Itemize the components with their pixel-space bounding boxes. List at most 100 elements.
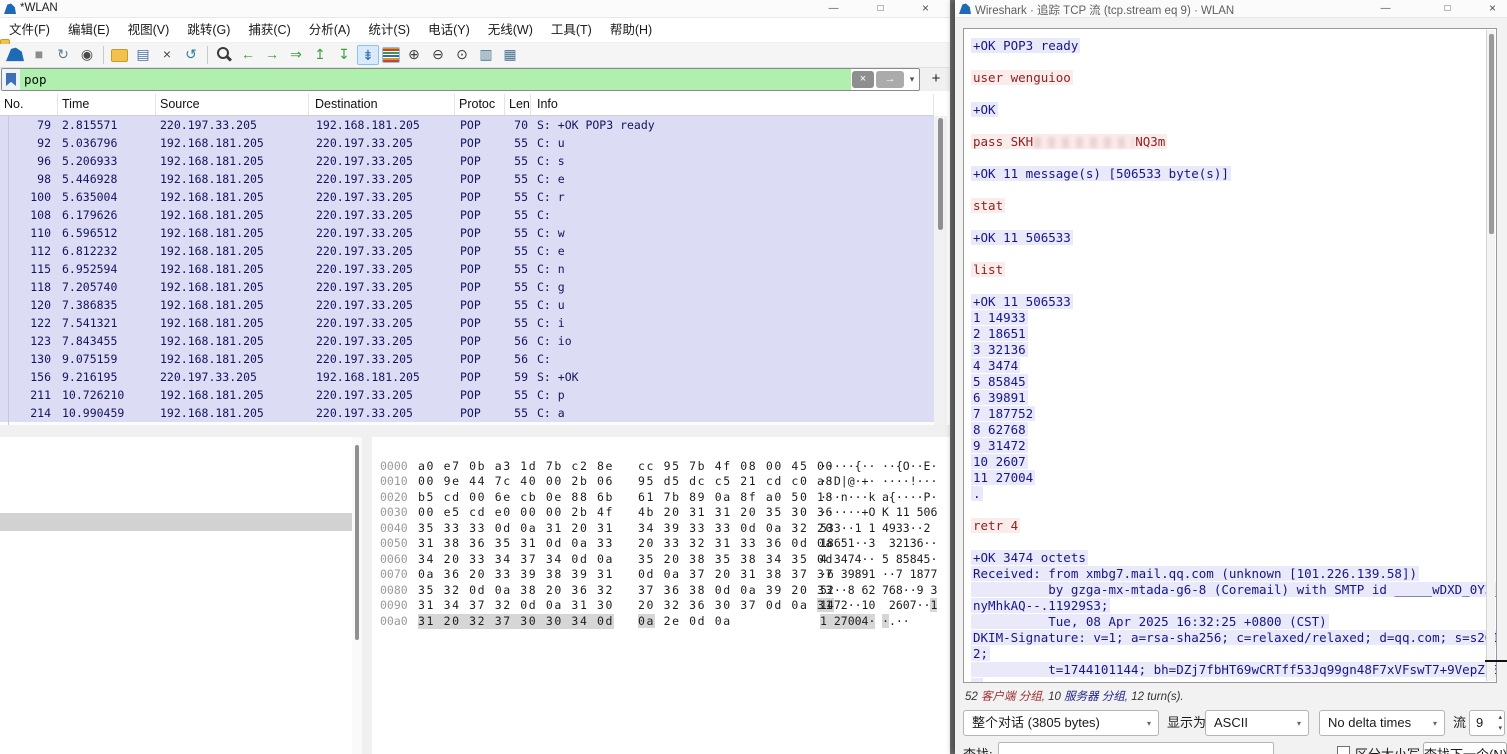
menu-statistics[interactable]: 统计(S) bbox=[359, 18, 419, 43]
detail-row[interactable]: >Ethernet II, Src: c2:8e:cc:95:7b:4f (c2… bbox=[0, 459, 352, 477]
menu-wireless[interactable]: 无线(W) bbox=[479, 18, 542, 43]
packet-row[interactable]: 985.446928192.168.181.205220.197.33.205P… bbox=[0, 170, 934, 188]
menu-analyze[interactable]: 分析(A) bbox=[300, 18, 360, 43]
packet-row[interactable]: 1309.075159192.168.181.205220.197.33.205… bbox=[0, 350, 934, 368]
menu-help[interactable]: 帮助(H) bbox=[601, 18, 661, 43]
packet-row[interactable]: 1156.952594192.168.181.205220.197.33.205… bbox=[0, 260, 934, 278]
go-first-packet-icon[interactable]: ↥ bbox=[309, 45, 331, 65]
packet-row[interactable]: 21410.990459192.168.181.205220.197.33.20… bbox=[0, 404, 934, 422]
horizontal-splitter[interactable] bbox=[0, 425, 950, 437]
title-bar[interactable]: Wireshark · 追踪 TCP 流 (tcp.stream eq 9) ·… bbox=[955, 0, 1507, 18]
stop-capture-icon[interactable]: ■ bbox=[28, 45, 50, 65]
packet-row[interactable]: 1569.216195220.197.33.205192.168.181.205… bbox=[0, 368, 934, 386]
start-capture-icon[interactable] bbox=[6, 47, 24, 63]
hex-row[interactable]: 004035 33 33 0d 0a 31 20 3134 39 33 33 0… bbox=[372, 505, 948, 521]
detail-row[interactable]: >Frame 1349: 172 bytes on wire (1376 bit… bbox=[0, 441, 352, 459]
packet-row[interactable]: 1187.205740192.168.181.205220.197.33.205… bbox=[0, 278, 934, 296]
hex-row[interactable]: 0020b5 cd 00 6e cb 0e 88 6b61 7b 89 0a 8… bbox=[372, 474, 948, 490]
delta-times-select[interactable]: No delta times ▾ bbox=[1319, 710, 1445, 736]
packet-row[interactable]: 1237.843455192.168.181.205220.197.33.205… bbox=[0, 332, 934, 350]
hex-row[interactable]: 008035 32 0d 0a 38 20 36 3237 36 38 0d 0… bbox=[372, 567, 948, 583]
restart-capture-icon[interactable]: ↻ bbox=[52, 45, 74, 65]
packet-row[interactable]: 1227.541321192.168.181.205220.197.33.205… bbox=[0, 314, 934, 332]
scrollbar-thumb[interactable] bbox=[938, 118, 943, 230]
detail-row[interactable]: >Internet Protocol Version 4, Src: 220.1… bbox=[0, 477, 352, 495]
find-next-button[interactable]: 查找下一个(N) bbox=[1423, 742, 1507, 754]
detail-row[interactable]: 11 27004\r\n bbox=[0, 729, 352, 747]
packet-row[interactable]: 1106.596512192.168.181.205220.197.33.205… bbox=[0, 224, 934, 242]
packet-row[interactable]: 1086.179626192.168.181.205220.197.33.205… bbox=[0, 206, 934, 224]
menu-telephony[interactable]: 电话(Y) bbox=[419, 18, 479, 43]
detail-row[interactable]: 3 32136\r\n bbox=[0, 585, 352, 603]
menu-edit[interactable]: 编辑(E) bbox=[59, 18, 119, 43]
zoom-original-icon[interactable]: ⊙ bbox=[451, 45, 473, 65]
detail-row[interactable]: 7 187752\r\n bbox=[0, 657, 352, 675]
maximize-icon[interactable]: □ bbox=[1425, 0, 1470, 18]
packet-row[interactable]: 1005.635004192.168.181.205220.197.33.205… bbox=[0, 188, 934, 206]
go-back-icon[interactable]: ← bbox=[237, 45, 259, 65]
conversation-select[interactable]: 整个对话 (3805 bytes) ▾ bbox=[963, 710, 1159, 736]
detail-row[interactable]: 9 31472\r\n bbox=[0, 693, 352, 711]
close-icon[interactable]: × bbox=[1470, 0, 1507, 18]
find-packet-icon[interactable] bbox=[213, 45, 235, 65]
filter-apply-icon[interactable]: → bbox=[876, 71, 904, 88]
hex-row[interactable]: 006034 20 33 34 37 34 0d 0a35 20 38 35 3… bbox=[372, 536, 948, 552]
detail-row[interactable]: >+OK 11 506533\r\n bbox=[0, 531, 352, 549]
detail-row[interactable]: 4 3474\r\n bbox=[0, 603, 352, 621]
hex-row[interactable]: 003000 e5 cd e0 00 00 2b 4f4b 20 31 31 2… bbox=[372, 490, 948, 506]
find-input[interactable] bbox=[998, 742, 1274, 754]
title-bar[interactable]: *WLAN — □ × bbox=[0, 0, 950, 18]
display-filter-input[interactable] bbox=[20, 69, 851, 90]
packet-list-scrollbar[interactable] bbox=[934, 116, 947, 425]
details-scrollbar[interactable] bbox=[352, 437, 362, 754]
detail-row[interactable]: 2 18651\r\n bbox=[0, 567, 352, 585]
detail-row[interactable]: >Transmission Control Protocol, Src Port… bbox=[0, 495, 352, 513]
column-protocol[interactable]: Protoc bbox=[455, 94, 505, 115]
minimize-icon[interactable]: — bbox=[811, 0, 856, 18]
detail-row[interactable]: 10 2607\r\n bbox=[0, 711, 352, 729]
detail-row[interactable]: 8 62768\r\n bbox=[0, 675, 352, 693]
close-file-icon[interactable]: × bbox=[156, 45, 178, 65]
open-file-icon[interactable] bbox=[111, 49, 128, 62]
column-no[interactable]: No. bbox=[0, 94, 58, 115]
save-file-icon[interactable]: ▤ bbox=[132, 45, 154, 65]
reload-file-icon[interactable]: ↺ bbox=[180, 45, 202, 65]
layout-icon[interactable]: ▦ bbox=[499, 45, 521, 65]
hex-row[interactable]: 009031 34 37 32 0d 0a 31 3020 32 36 30 3… bbox=[372, 583, 948, 599]
packet-row[interactable]: 21110.726210192.168.181.205220.197.33.20… bbox=[0, 386, 934, 404]
resize-columns-icon[interactable]: ▥ bbox=[475, 45, 497, 65]
filter-clear-icon[interactable]: × bbox=[852, 71, 874, 88]
menu-tools[interactable]: 工具(T) bbox=[542, 18, 601, 43]
filter-add-button[interactable]: + bbox=[926, 69, 946, 90]
case-sensitive-checkbox[interactable] bbox=[1337, 746, 1350, 754]
packet-row[interactable]: 1126.812232192.168.181.205220.197.33.205… bbox=[0, 242, 934, 260]
column-source[interactable]: Source bbox=[156, 94, 309, 115]
hex-row[interactable]: 0000a0 e7 0b a3 1d 7b c2 8ecc 95 7b 4f 0… bbox=[372, 443, 948, 459]
column-info[interactable]: Info bbox=[531, 94, 934, 115]
colorize-icon[interactable] bbox=[382, 47, 400, 63]
packet-row[interactable]: 925.036796192.168.181.205220.197.33.205P… bbox=[0, 134, 934, 152]
packet-row[interactable]: 965.206933192.168.181.205220.197.33.205P… bbox=[0, 152, 934, 170]
scrollbar-thumb[interactable] bbox=[1489, 34, 1494, 234]
stream-scrollbar[interactable] bbox=[1486, 30, 1495, 681]
column-length[interactable]: Len bbox=[505, 94, 531, 115]
go-forward-icon[interactable]: → bbox=[261, 45, 283, 65]
zoom-in-icon[interactable]: ⊕ bbox=[403, 45, 425, 65]
show-as-select[interactable]: ASCII ▾ bbox=[1205, 710, 1309, 736]
menu-view[interactable]: 视图(V) bbox=[119, 18, 179, 43]
hex-row[interactable]: 001000 9e 44 7c 40 00 2b 0695 d5 dc c5 2… bbox=[372, 459, 948, 475]
packet-row[interactable]: 1207.386835192.168.181.205220.197.33.205… bbox=[0, 296, 934, 314]
go-last-packet-icon[interactable]: ↧ bbox=[333, 45, 355, 65]
detail-row[interactable]: .\r\n bbox=[0, 747, 352, 754]
zoom-out-icon[interactable]: ⊖ bbox=[427, 45, 449, 65]
menu-capture[interactable]: 捕获(C) bbox=[239, 18, 299, 43]
go-to-packet-icon[interactable]: ⇒ bbox=[285, 45, 307, 65]
detail-row[interactable]: 1 14933\r\n bbox=[0, 549, 352, 567]
stream-number-stepper[interactable]: 9 ▴▾ bbox=[1469, 710, 1505, 736]
detail-row[interactable]: 6 39891\r\n bbox=[0, 639, 352, 657]
hex-row[interactable]: 00a031 20 32 37 30 30 34 0d0a 2e 0d 0a1 … bbox=[372, 598, 948, 614]
scrollbar-thumb[interactable] bbox=[355, 445, 359, 640]
maximize-icon[interactable]: □ bbox=[858, 0, 903, 18]
column-destination[interactable]: Destination bbox=[309, 94, 455, 115]
stream-content[interactable]: +OK POP3 ready user wenguioo +OK pass SK… bbox=[963, 28, 1497, 683]
